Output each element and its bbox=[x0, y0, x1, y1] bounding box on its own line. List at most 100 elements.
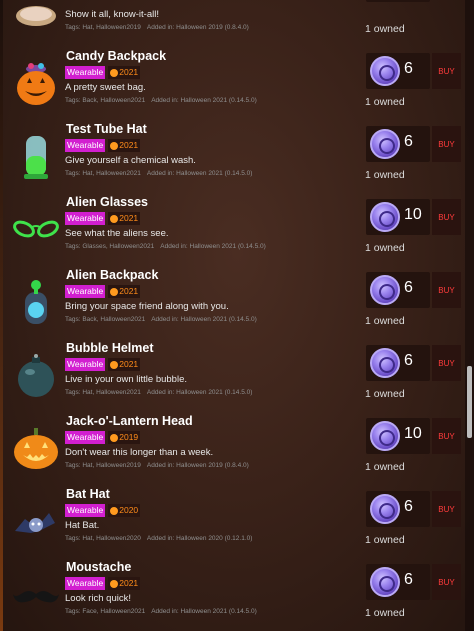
owned-count: 1 owned bbox=[365, 23, 405, 35]
item-price: 6 bbox=[404, 498, 413, 515]
shop-item-alien-backpack: Alien Backpack Wearable 2021 Bring your … bbox=[3, 266, 461, 339]
item-meta: Tags: Face, Halloween2021 Added in: Hallo… bbox=[65, 608, 257, 615]
year-text: 2021 bbox=[119, 140, 139, 150]
buy-button[interactable]: BUY bbox=[432, 53, 461, 89]
year-text: 2021 bbox=[119, 286, 139, 296]
item-tags: Tags: Back, Halloween2021 bbox=[65, 97, 146, 104]
item-meta: Tags: Hat, Halloween2019 Added in: Hallow… bbox=[65, 24, 249, 31]
year-badge: 2021 bbox=[108, 577, 141, 590]
item-added: Added in: Halloween 2021 (0.14.5.0) bbox=[146, 170, 253, 177]
pumpkin-icon bbox=[110, 287, 119, 296]
item-description: Show it all, know-it-all! bbox=[65, 9, 159, 20]
item-added: Added in: Halloween 2019 (0.8.4.0) bbox=[146, 462, 249, 469]
item-badges: Wearable 2021 bbox=[65, 139, 141, 152]
item-added: Added in: Halloween 2021 (0.14.5.0) bbox=[151, 608, 257, 615]
shop-item-crystal: Show it all, know-it-all! Tags: Hat, Hal… bbox=[3, 0, 461, 47]
item-meta: Tags: Hat, Halloween2019 Added in: Hallow… bbox=[65, 462, 249, 469]
bubble-helmet-icon bbox=[11, 351, 61, 401]
item-description: Live in your own little bubble. bbox=[65, 374, 187, 385]
owned-count: 1 owned bbox=[365, 607, 405, 619]
price-box bbox=[366, 0, 430, 2]
item-description: Don't wear this longer than a week. bbox=[65, 447, 214, 458]
owned-count: 1 owned bbox=[365, 315, 405, 327]
bat-icon bbox=[11, 497, 61, 547]
wearable-badge: Wearable bbox=[65, 504, 106, 517]
owned-count: 1 owned bbox=[365, 96, 405, 108]
pumpkin-icon bbox=[110, 68, 119, 77]
alien-glasses-icon bbox=[11, 205, 61, 255]
year-badge: 2021 bbox=[108, 139, 141, 152]
price-box: 6 bbox=[366, 345, 430, 381]
year-badge: 2021 bbox=[108, 285, 141, 298]
item-badges: Wearable 2021 bbox=[65, 358, 141, 371]
item-name: Bubble Helmet bbox=[66, 341, 154, 355]
item-added: Added in: Halloween 2021 (0.14.5.0) bbox=[151, 97, 257, 104]
wearable-badge: Wearable bbox=[65, 139, 106, 152]
shop-item-list: Show it all, know-it-all! Tags: Hat, Hal… bbox=[3, 0, 461, 631]
item-badges: Wearable 2020 bbox=[65, 504, 141, 517]
moustache-icon bbox=[11, 570, 61, 620]
owned-count: 1 owned bbox=[365, 461, 405, 473]
wearable-badge: Wearable bbox=[65, 212, 106, 225]
item-meta: Tags: Back, Halloween2021 Added in: Hallo… bbox=[65, 316, 257, 323]
year-text: 2019 bbox=[119, 432, 139, 442]
buy-button[interactable]: BUY bbox=[432, 564, 461, 600]
item-tags: Tags: Hat, Halloween2019 bbox=[65, 462, 141, 469]
shop-item-alien-glasses: Alien Glasses Wearable 2021 See what the… bbox=[3, 193, 461, 266]
item-description: See what the aliens see. bbox=[65, 228, 169, 239]
item-badges: Wearable 2019 bbox=[65, 431, 141, 444]
candy-coin-icon bbox=[370, 421, 400, 451]
item-badges: Wearable 2021 bbox=[65, 66, 141, 79]
price-box: 6 bbox=[366, 272, 430, 308]
owned-count: 1 owned bbox=[365, 169, 405, 181]
item-tags: Tags: Glasses, Halloween2021 bbox=[65, 243, 155, 250]
item-description: Give yourself a chemical wash. bbox=[65, 155, 196, 166]
buy-button[interactable]: BUY bbox=[432, 418, 461, 454]
wearable-badge: Wearable bbox=[65, 431, 106, 444]
buy-button[interactable]: BUY bbox=[432, 345, 461, 381]
pumpkin-icon bbox=[110, 433, 119, 442]
owned-count: 1 owned bbox=[365, 388, 405, 400]
price-box: 6 bbox=[366, 53, 430, 89]
item-added: Added in: Halloween 2019 (0.8.4.0) bbox=[146, 24, 249, 31]
item-price: 6 bbox=[404, 352, 413, 369]
year-text: 2020 bbox=[119, 505, 139, 515]
item-tags: Tags: Hat, Halloween2020 bbox=[65, 535, 141, 542]
item-tags: Tags: Hat, Halloween2019 bbox=[65, 24, 141, 31]
shop-item-bat-hat: Bat Hat Wearable 2020 Hat Bat. Tags: Hat… bbox=[3, 485, 461, 558]
item-price: 10 bbox=[404, 425, 422, 442]
item-tags: Tags: Back, Halloween2021 bbox=[65, 316, 146, 323]
pumpkin-icon bbox=[110, 141, 119, 150]
buy-button[interactable]: BUY bbox=[432, 272, 461, 308]
item-price: 6 bbox=[404, 279, 413, 296]
item-price: 10 bbox=[404, 206, 422, 223]
item-price: 6 bbox=[404, 60, 413, 77]
year-text: 2021 bbox=[119, 213, 139, 223]
item-meta: Tags: Hat, Halloween2020 Added in: Hallow… bbox=[65, 535, 252, 542]
alien-backpack-icon bbox=[11, 278, 61, 328]
owned-count: 1 owned bbox=[365, 242, 405, 254]
item-description: Look rich quick! bbox=[65, 593, 132, 604]
item-tags: Tags: Hat, Halloween2021 bbox=[65, 170, 141, 177]
item-name: Alien Glasses bbox=[66, 195, 148, 209]
shop-item-moustache: Moustache Wearable 2021 Look rich quick!… bbox=[3, 558, 461, 631]
item-added: Added in: Halloween 2020 (0.12.1.0) bbox=[146, 535, 253, 542]
year-badge: 2021 bbox=[108, 212, 141, 225]
shop-item-candy-backpack: Candy Backpack Wearable 2021 A pretty sw… bbox=[3, 47, 461, 120]
year-badge: 2021 bbox=[108, 66, 141, 79]
buy-button[interactable]: BUY bbox=[432, 491, 461, 527]
item-name: Jack-o'-Lantern Head bbox=[66, 414, 193, 428]
item-name: Bat Hat bbox=[66, 487, 110, 501]
scrollbar[interactable] bbox=[465, 0, 474, 631]
wearable-badge: Wearable bbox=[65, 66, 106, 79]
wearable-badge: Wearable bbox=[65, 358, 106, 371]
pumpkin-icon bbox=[110, 360, 119, 369]
scrollbar-thumb[interactable] bbox=[467, 366, 472, 438]
pumpkin-icon bbox=[110, 506, 119, 515]
candy-coin-icon bbox=[370, 202, 400, 232]
year-text: 2021 bbox=[119, 359, 139, 369]
year-badge: 2020 bbox=[108, 504, 141, 517]
buy-button[interactable]: BUY bbox=[432, 199, 461, 235]
buy-button[interactable]: BUY bbox=[432, 126, 461, 162]
wearable-badge: Wearable bbox=[65, 285, 106, 298]
